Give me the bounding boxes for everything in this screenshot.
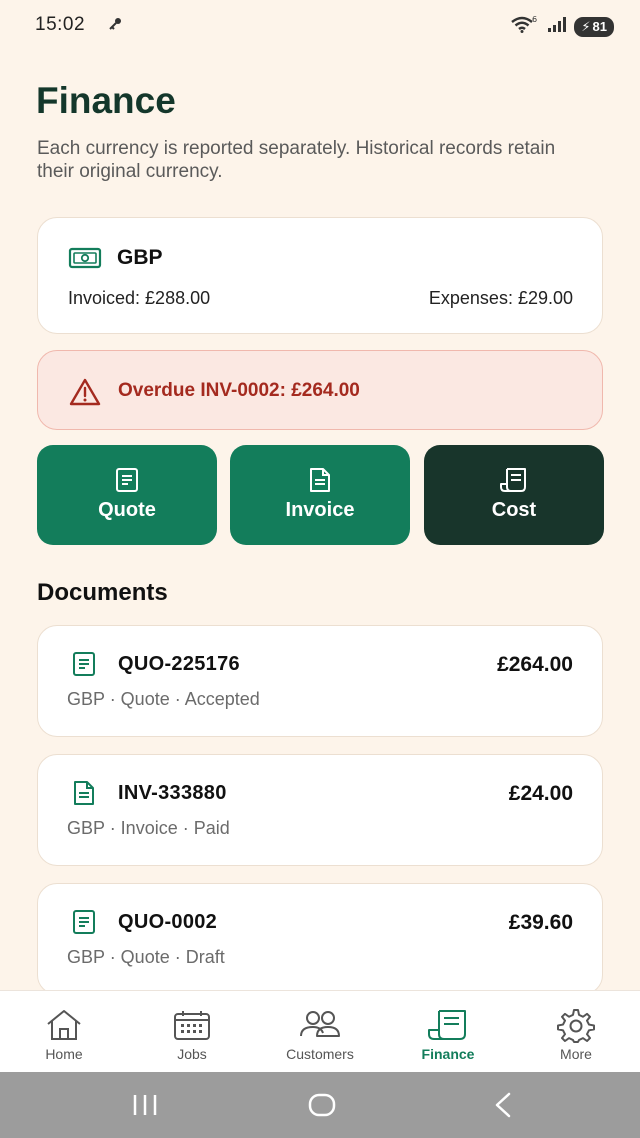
nav-item-home[interactable]: Home: [0, 991, 128, 1073]
document-card[interactable]: QUO-225176 £264.00 GBP · Quote · Accepte…: [37, 625, 603, 737]
signal-icon: [547, 15, 567, 38]
receipt-icon: [424, 467, 604, 493]
status-bar: 15:02 6 ⚡ 81: [0, 0, 640, 52]
back-icon[interactable]: [491, 1092, 515, 1123]
wifi-icon: 6: [510, 15, 540, 38]
nav-label-jobs: Jobs: [177, 1046, 207, 1062]
nav-item-finance[interactable]: Finance: [384, 991, 512, 1073]
document-meta: GBP · Quote · Draft: [67, 947, 225, 967]
invoice-document-icon: [72, 780, 96, 811]
gear-icon: [512, 1009, 640, 1043]
new-quote-button[interactable]: Quote: [37, 445, 217, 545]
battery-level: 81: [592, 19, 607, 34]
nav-label-customers: Customers: [286, 1046, 354, 1062]
key-icon: [108, 17, 122, 36]
receipt-icon: [384, 1009, 512, 1041]
currency-summary-card: GBP Invoiced: £288.00 Expenses: £29.00: [37, 217, 603, 334]
document-amount: £39.60: [508, 911, 573, 934]
document-number: INV-333880: [118, 782, 227, 804]
nav-item-more[interactable]: More: [512, 991, 640, 1073]
expenses-total: Expenses: £29.00: [428, 288, 573, 308]
document-meta: GBP · Invoice · Paid: [67, 818, 230, 838]
wifi-badge: 6: [532, 15, 537, 24]
cost-button-label: Cost: [491, 499, 537, 521]
document-card[interactable]: QUO-0002 £39.60 GBP · Quote · Draft: [37, 883, 603, 995]
recent-apps-icon[interactable]: [131, 1092, 159, 1123]
users-icon: [256, 1009, 384, 1039]
home-icon: [0, 1009, 128, 1041]
overdue-alert[interactable]: Overdue INV-0002: £264.00: [37, 350, 603, 430]
bolt-icon: ⚡: [581, 18, 591, 34]
quote-document-icon: [72, 909, 96, 940]
documents-section-title: Documents: [37, 579, 168, 606]
status-icons: 6 ⚡ 81: [510, 15, 614, 38]
status-time: 15:02: [35, 14, 86, 35]
battery-indicator: ⚡ 81: [574, 16, 614, 37]
nav-label-more: More: [560, 1046, 592, 1062]
document-number: QUO-0002: [118, 911, 218, 933]
nav-label-home: Home: [45, 1046, 83, 1062]
invoice-button-label: Invoice: [285, 499, 355, 521]
document-number: QUO-225176: [118, 653, 240, 675]
quote-document-icon: [37, 467, 217, 493]
invoiced-total: Invoiced: £288.00: [68, 288, 211, 308]
document-meta: GBP · Quote · Accepted: [67, 689, 260, 709]
home-button-icon[interactable]: [307, 1092, 337, 1123]
currency-code: GBP: [117, 246, 163, 269]
page-subtitle: Each currency is reported separately. Hi…: [37, 138, 556, 182]
warning-icon: [69, 378, 101, 411]
quote-document-icon: [72, 651, 96, 682]
overdue-alert-text: Overdue INV-0002: £264.00: [118, 380, 360, 401]
document-amount: £264.00: [497, 653, 573, 676]
nav-label-finance: Finance: [421, 1046, 475, 1062]
quote-button-label: Quote: [98, 499, 156, 521]
bottom-navigation: Home Jobs Customers Finance More: [0, 990, 640, 1072]
nav-item-customers[interactable]: Customers: [256, 991, 384, 1073]
new-invoice-button[interactable]: Invoice: [230, 445, 410, 545]
banknote-icon: [68, 246, 102, 275]
invoice-document-icon: [230, 467, 410, 493]
system-navigation-bar: [0, 1072, 640, 1138]
page-title: Finance: [36, 80, 176, 121]
new-cost-button[interactable]: Cost: [424, 445, 604, 545]
document-amount: £24.00: [508, 782, 573, 805]
nav-item-jobs[interactable]: Jobs: [128, 991, 256, 1073]
document-card[interactable]: INV-333880 £24.00 GBP · Invoice · Paid: [37, 754, 603, 866]
calendar-icon: [128, 1009, 256, 1041]
